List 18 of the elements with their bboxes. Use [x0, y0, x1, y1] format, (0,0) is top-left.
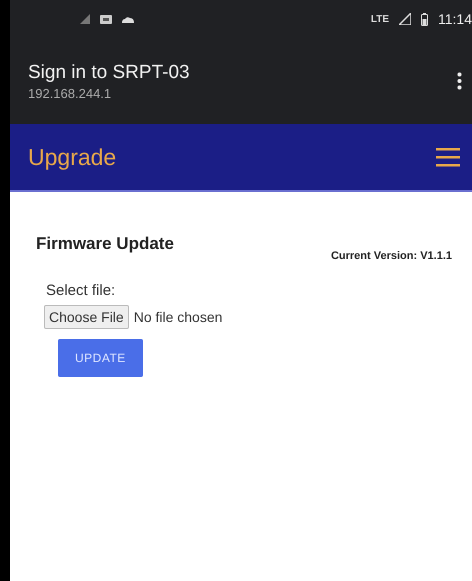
more-options-icon[interactable]	[457, 72, 462, 90]
nav-title: Upgrade	[28, 144, 118, 170]
page-title: Sign in to SRPT-03	[28, 62, 191, 84]
file-label: Select file:	[46, 282, 116, 299]
file-status: No file chosen	[134, 309, 222, 325]
network-type: LTE	[370, 14, 389, 24]
battery-icon	[421, 12, 428, 26]
cloud-icon	[122, 16, 134, 22]
menu-icon[interactable]	[436, 147, 460, 167]
choose-file-button[interactable]: Choose File	[44, 305, 129, 329]
page-address: 192.168.244.1	[28, 86, 112, 100]
update-button[interactable]: UPDATE	[58, 339, 143, 377]
current-version: Current Version: V1.1.1	[330, 250, 452, 262]
clock: 11:14	[438, 11, 472, 27]
card-icon	[100, 14, 112, 24]
notification-icon	[80, 14, 90, 24]
signal-icon	[399, 13, 411, 25]
section-heading: Firmware Update	[36, 234, 174, 254]
